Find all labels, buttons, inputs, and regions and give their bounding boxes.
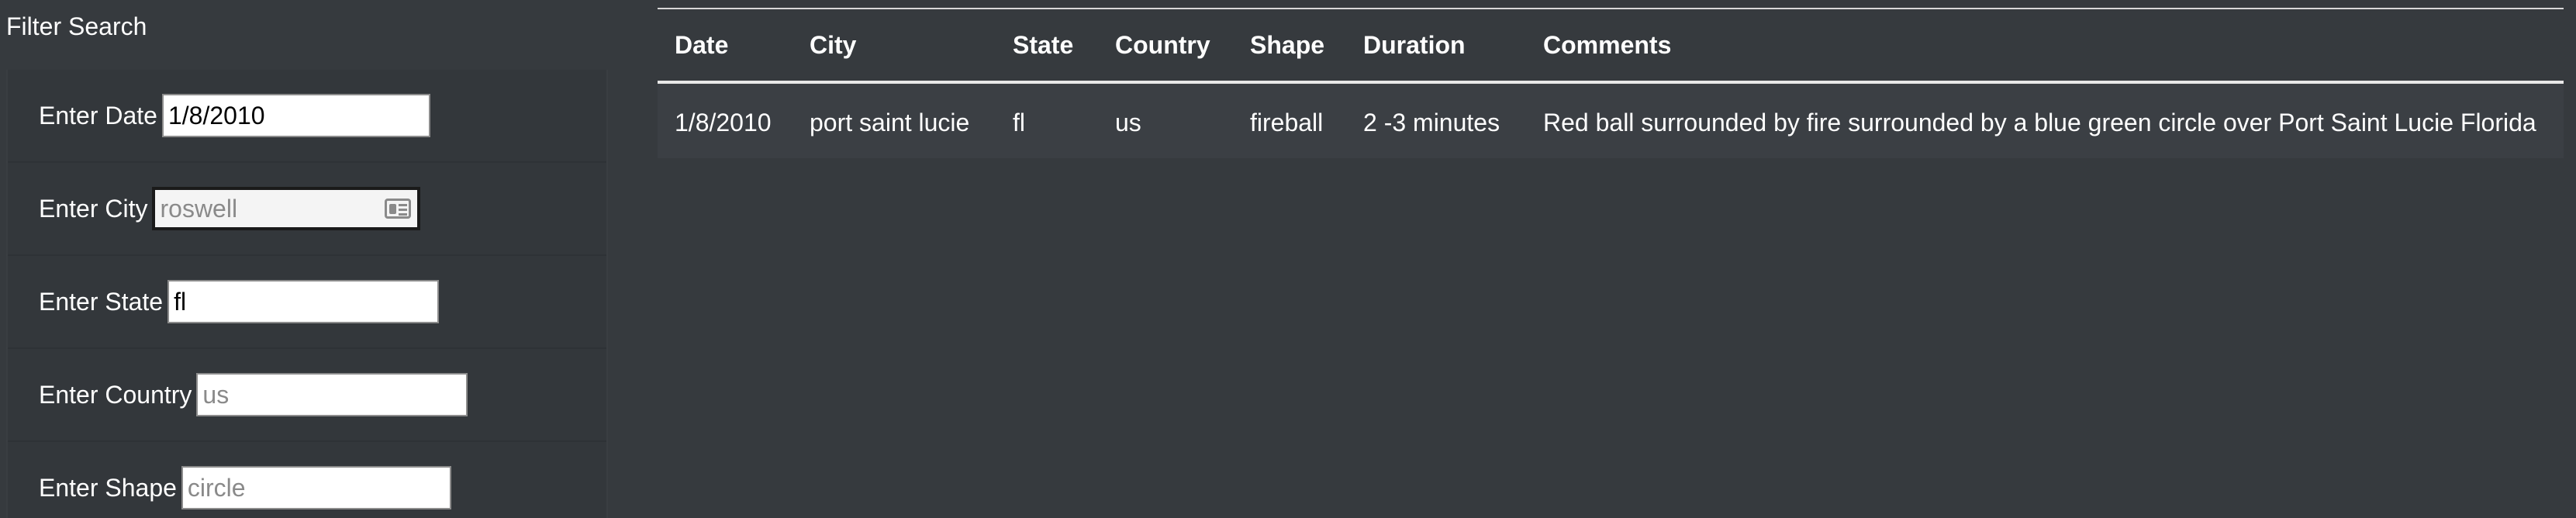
table-header-row: Date City State Country Shape Duration C… bbox=[658, 9, 2564, 82]
header-shape: Shape bbox=[1250, 31, 1325, 59]
date-input[interactable] bbox=[161, 94, 430, 137]
header-city: City bbox=[810, 31, 857, 59]
table-row: 1/8/2010 port saint lucie fl us fireball… bbox=[658, 82, 2564, 158]
table-body: 1/8/2010 port saint lucie fl us fireball… bbox=[658, 82, 2564, 158]
contact-card-icon[interactable] bbox=[385, 199, 412, 219]
header-date: Date bbox=[675, 31, 729, 59]
cell-duration: 2 -3 minutes bbox=[1346, 82, 1526, 158]
state-label: Enter State bbox=[39, 287, 164, 316]
country-label: Enter Country bbox=[39, 380, 192, 409]
state-input[interactable] bbox=[167, 280, 440, 323]
shape-input[interactable] bbox=[181, 466, 451, 509]
cell-comments: Red ball surrounded by fire surrounded b… bbox=[1526, 82, 2564, 158]
header-state: State bbox=[1013, 31, 1074, 59]
filter-row-country: Enter Country bbox=[8, 347, 606, 440]
header-comments: Comments bbox=[1543, 31, 1672, 59]
ufo-results-table: Date City State Country Shape Duration C… bbox=[658, 8, 2564, 158]
header-country: Country bbox=[1115, 31, 1210, 59]
filter-row-state: Enter State bbox=[8, 254, 606, 347]
cell-city: port saint lucie bbox=[792, 82, 996, 158]
table-header: Date City State Country Shape Duration C… bbox=[658, 9, 2564, 82]
city-label: Enter City bbox=[39, 194, 148, 223]
city-input[interactable] bbox=[152, 187, 421, 230]
country-input[interactable] bbox=[196, 373, 468, 416]
date-label: Enter Date bbox=[39, 101, 157, 130]
shape-label: Enter Shape bbox=[39, 473, 177, 502]
filter-row-city: Enter City bbox=[8, 161, 606, 254]
cell-date: 1/8/2010 bbox=[658, 82, 792, 158]
header-duration: Duration bbox=[1363, 31, 1466, 59]
filter-row-date: Enter Date bbox=[8, 70, 606, 161]
cell-country: us bbox=[1098, 82, 1233, 158]
city-input-wrap bbox=[152, 187, 421, 230]
filter-search-title: Filter Search bbox=[6, 12, 147, 40]
cell-shape: fireball bbox=[1233, 82, 1346, 158]
filter-row-shape: Enter Shape bbox=[8, 440, 606, 518]
ufo-sightings-page: Filter Search Enter Date Enter City Ente… bbox=[0, 0, 2576, 518]
cell-state: fl bbox=[996, 82, 1098, 158]
filter-list: Enter Date Enter City Enter State Enter … bbox=[6, 70, 608, 518]
